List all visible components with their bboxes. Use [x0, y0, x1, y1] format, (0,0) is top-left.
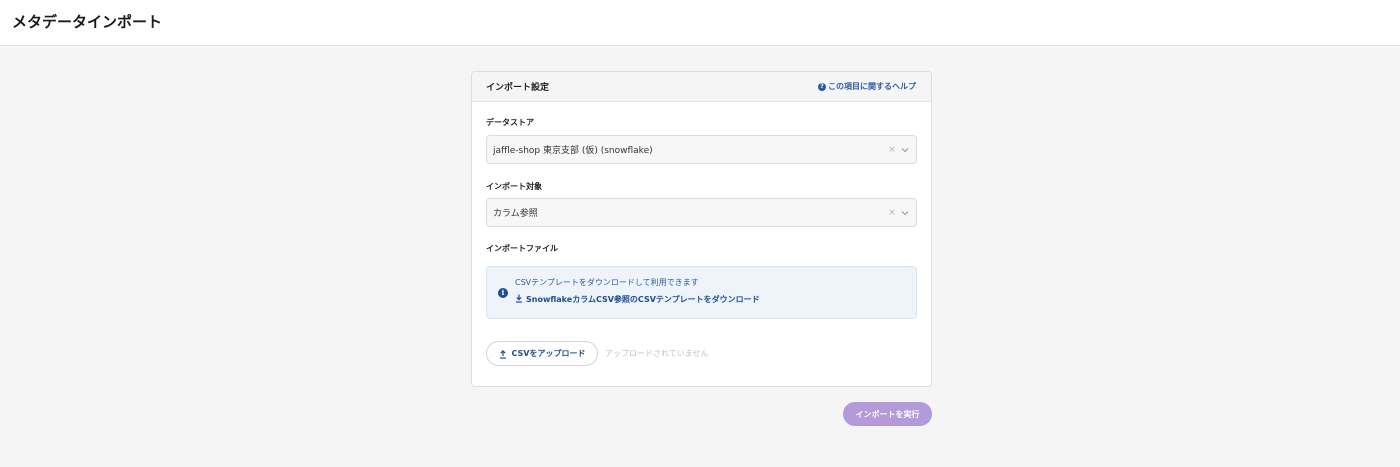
import-target-select-value: カラム参照 — [493, 209, 538, 219]
upload-status: アップロードされていません — [605, 349, 709, 358]
info-text: CSVテンプレートをダウンロードして利用できます — [515, 278, 699, 287]
chevron-down-icon[interactable] — [898, 144, 912, 156]
datastore-select[interactable]: jaffle-shop 東京支部 (仮) (snowflake) × — [486, 135, 917, 164]
import-target-label: インポート対象 — [486, 182, 542, 191]
card-header: インポート設定 ? この項目に関するヘルプ — [472, 72, 931, 102]
top-header: メタデータインポート — [0, 0, 1400, 46]
import-target-clear-icon[interactable]: × — [886, 208, 898, 218]
help-icon: ? — [818, 82, 826, 91]
page-title: メタデータインポート — [12, 13, 163, 31]
download-template-link[interactable]: SnowflakeカラムCSV参照のCSVテンプレートをダウンロード — [515, 294, 760, 305]
chevron-down-icon[interactable] — [898, 207, 912, 219]
download-icon — [515, 294, 523, 305]
run-import-button[interactable]: インポートを実行 — [843, 402, 932, 426]
upload-icon — [499, 344, 507, 363]
card-title: インポート設定 — [486, 83, 550, 93]
help-link-label: この項目に関するヘルプ — [828, 82, 916, 91]
datastore-label: データストア — [486, 118, 534, 127]
import-settings-card: インポート設定 ? この項目に関するヘルプ データストア jaffle-shop… — [471, 71, 932, 387]
help-link[interactable]: ? この項目に関するヘルプ — [818, 81, 916, 92]
datastore-clear-icon[interactable]: × — [886, 145, 898, 155]
download-link-label: SnowflakeカラムCSV参照のCSVテンプレートをダウンロード — [526, 295, 760, 304]
template-info-box: i CSVテンプレートをダウンロードして利用できます SnowflakeカラムC… — [486, 266, 917, 319]
datastore-select-value: jaffle-shop 東京支部 (仮) (snowflake) — [493, 146, 653, 156]
upload-csv-label: CSVをアップロード — [511, 349, 586, 358]
import-file-label: インポートファイル — [486, 244, 558, 253]
upload-csv-button[interactable]: CSVをアップロード — [486, 341, 598, 366]
import-target-select[interactable]: カラム参照 × — [486, 198, 917, 227]
info-icon: i — [498, 288, 508, 298]
